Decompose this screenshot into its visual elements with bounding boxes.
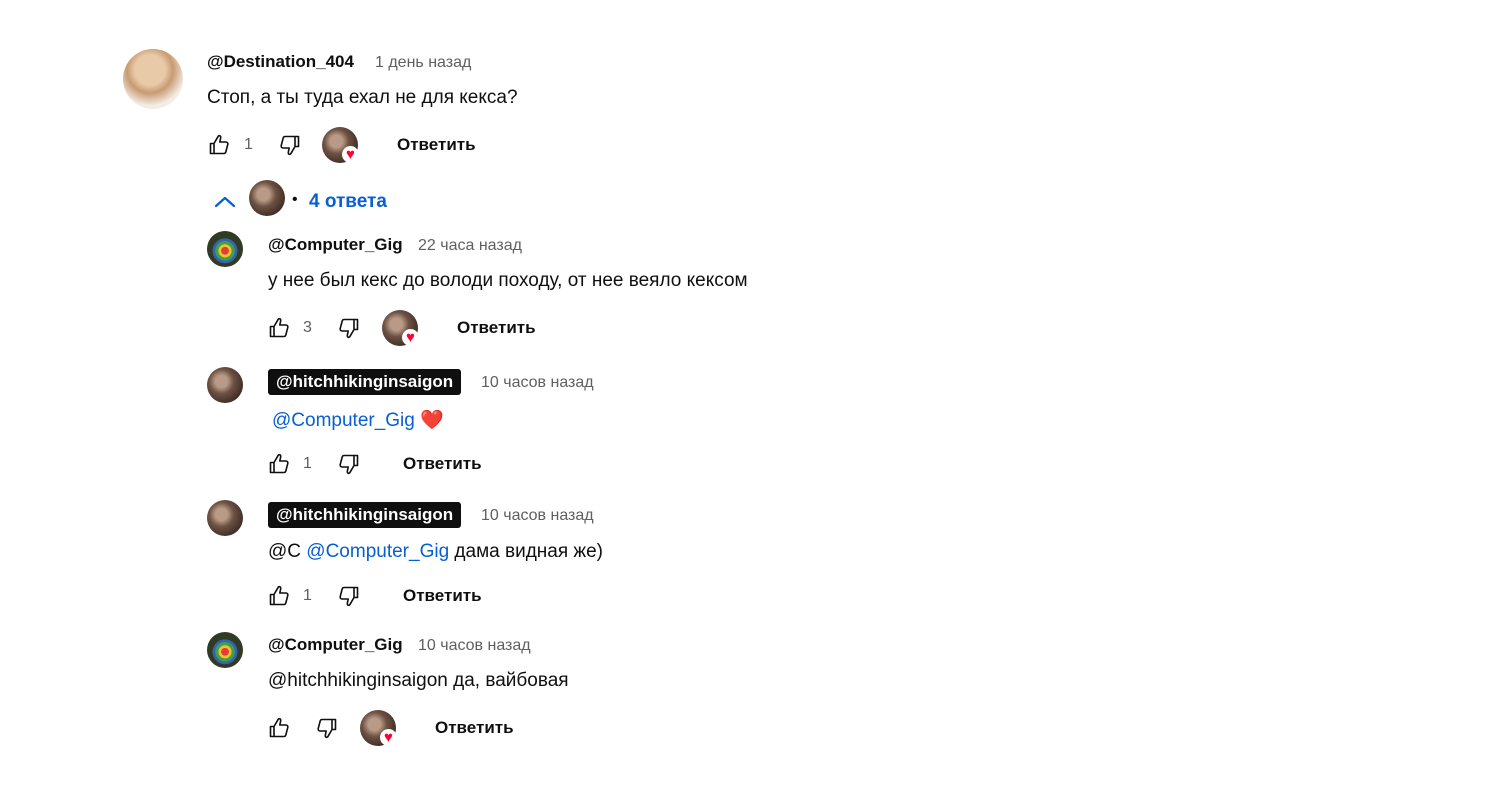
like-count: 1: [303, 587, 312, 604]
thumbs-down-icon[interactable]: [315, 716, 339, 740]
heart-emoji: ❤️: [420, 410, 444, 431]
comment-time[interactable]: 1 день назад: [375, 54, 471, 72]
avatar[interactable]: [207, 231, 243, 267]
reply-button[interactable]: Ответить: [435, 718, 514, 738]
reply-time[interactable]: 10 часов назад: [481, 507, 594, 525]
replies-toggle-button[interactable]: 4 ответа: [309, 191, 387, 213]
thumbs-down-icon[interactable]: [337, 584, 361, 608]
reply-author-owner-badge[interactable]: @hitchhikinginsaigon: [268, 502, 462, 528]
bullet-separator: •: [292, 191, 298, 208]
reply-author-owner-badge[interactable]: @hitchhikinginsaigon: [268, 369, 462, 395]
comment-author[interactable]: @Destination_404: [207, 52, 354, 72]
reply-author[interactable]: @Computer_Gig: [268, 635, 403, 655]
avatar[interactable]: [207, 367, 243, 403]
heart-icon: ♥: [402, 329, 419, 346]
reply-text: у нее был кекс до володи походу, от нее …: [268, 270, 748, 291]
thumbs-down-icon[interactable]: [337, 452, 361, 476]
like-count: 1: [303, 455, 312, 472]
reply-button[interactable]: Ответить: [403, 586, 482, 606]
reply-time[interactable]: 10 часов назад: [481, 374, 594, 392]
reply-text: @hitchhikinginsaigon да, вайбовая: [268, 670, 569, 691]
avatar[interactable]: [123, 49, 183, 109]
reply-body: дама видная же): [454, 541, 604, 562]
reply-text: @Computer_Gig ❤️: [272, 408, 444, 432]
reply-button[interactable]: Ответить: [403, 454, 482, 474]
reply-prefix: @C: [268, 541, 302, 562]
reply-time[interactable]: 10 часов назад: [418, 637, 531, 655]
thumbs-up-icon[interactable]: [267, 316, 291, 340]
thumbs-down-icon[interactable]: [278, 133, 302, 157]
thumbs-up-icon[interactable]: [207, 133, 231, 157]
thumbs-up-icon[interactable]: [267, 716, 291, 740]
reply-author[interactable]: @Computer_Gig: [268, 235, 403, 255]
like-count: 3: [303, 319, 312, 336]
reply-button[interactable]: Ответить: [397, 135, 476, 155]
thumbs-up-icon[interactable]: [267, 584, 291, 608]
replies-avatar: [249, 180, 285, 216]
mention-link[interactable]: @Computer_Gig: [272, 410, 415, 431]
reply-text: @C @Computer_Gig дама видная же): [268, 541, 603, 563]
thumbs-up-icon[interactable]: [267, 452, 291, 476]
reply-button[interactable]: Ответить: [457, 318, 536, 338]
thumbs-down-icon[interactable]: [337, 316, 361, 340]
chevron-up-icon[interactable]: [213, 190, 237, 214]
avatar[interactable]: [207, 500, 243, 536]
heart-icon: ♥: [342, 146, 359, 163]
reply-time[interactable]: 22 часа назад: [418, 237, 522, 255]
avatar[interactable]: [207, 632, 243, 668]
comment-text: Стоп, а ты туда ехал не для кекса?: [207, 87, 518, 108]
mention-link[interactable]: @Computer_Gig: [306, 541, 449, 562]
heart-icon: ♥: [380, 729, 397, 746]
like-count: 1: [244, 136, 253, 153]
